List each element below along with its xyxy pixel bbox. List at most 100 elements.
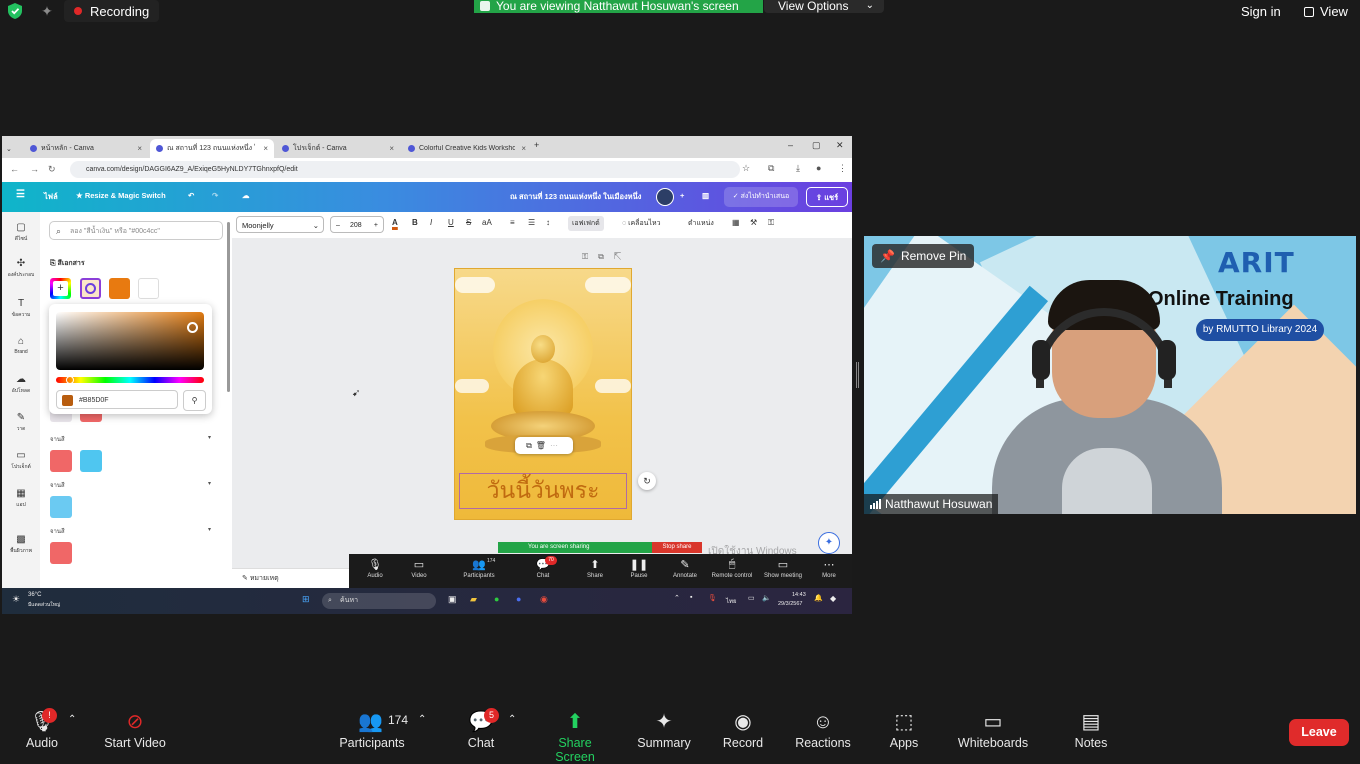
- animate-button[interactable]: ◌ เคลื่อนไหว: [622, 218, 661, 229]
- chevron-down-icon[interactable]: ▾: [208, 480, 211, 487]
- italic-icon[interactable]: I: [430, 218, 432, 227]
- rail-item-draw[interactable]: ✎ วาด: [2, 412, 40, 433]
- browser-tab-active[interactable]: ณ สถานที่ 123 ถนนแห่งหนึ่ง ในเมือง ×: [150, 139, 274, 158]
- panel-resize-handle[interactable]: [856, 362, 859, 388]
- copy-icon[interactable]: ⧉: [526, 441, 536, 450]
- participants-options-caret-icon[interactable]: ⌃: [418, 714, 426, 725]
- browser-menu-icon[interactable]: ⋮: [838, 163, 847, 174]
- insights-icon[interactable]: ▥: [702, 191, 709, 200]
- reactions-button[interactable]: ☺ Reactions: [794, 710, 852, 750]
- decrease-size-icon[interactable]: –: [336, 217, 340, 234]
- lock-icon[interactable]: ⚿: [768, 218, 774, 228]
- add-collaborator-icon[interactable]: +: [680, 191, 684, 200]
- copilot-icon[interactable]: ◆: [830, 594, 836, 603]
- text-color-icon[interactable]: A: [392, 218, 398, 227]
- zc-audio[interactable]: 🎙 Audio: [355, 558, 395, 579]
- view-options-button[interactable]: View Options ⌄: [764, 0, 884, 13]
- zc-share[interactable]: ⬆ Share: [575, 558, 615, 579]
- font-size-stepper[interactable]: – 208 +: [330, 216, 384, 233]
- magic-assistant-icon[interactable]: ✦: [818, 532, 840, 554]
- duplicate-page-icon[interactable]: ⧉: [598, 252, 614, 261]
- share-screen-button[interactable]: ⬆ Share Screen: [538, 710, 612, 764]
- whiteboards-button[interactable]: ▭ Whiteboards: [956, 710, 1030, 750]
- font-select[interactable]: Moonjelly ⌄: [236, 216, 324, 233]
- url-field[interactable]: canva.com/design/DAGGI6AZ9_A/ExiqeG5HyNL…: [70, 161, 740, 178]
- saturation-knob[interactable]: [187, 322, 198, 333]
- color-swatch[interactable]: [50, 450, 72, 472]
- color-swatch[interactable]: [50, 542, 72, 564]
- line-app-icon[interactable]: ●: [494, 594, 499, 604]
- chrome-icon[interactable]: ◉: [540, 594, 548, 605]
- minimize-icon[interactable]: –: [788, 140, 793, 150]
- tab-close-icon[interactable]: ×: [521, 144, 526, 153]
- color-picker-swatch[interactable]: [80, 278, 101, 299]
- paint-format-icon[interactable]: ⚒: [750, 218, 757, 227]
- chevron-down-icon[interactable]: ▾: [208, 434, 211, 441]
- lock-page-icon[interactable]: ⚿: [582, 252, 598, 261]
- tray-chevron-icon[interactable]: ⌃: [674, 594, 680, 602]
- notes-button[interactable]: ✎ หมายเหตุ: [232, 568, 354, 588]
- strikethrough-icon[interactable]: S: [466, 218, 471, 227]
- notes-button[interactable]: ▤ Notes: [1070, 710, 1112, 750]
- volume-icon[interactable]: 🔈: [762, 594, 771, 602]
- color-swatch[interactable]: [80, 450, 102, 472]
- hex-input[interactable]: #B85D0F: [56, 390, 178, 409]
- file-menu[interactable]: ไฟล์: [44, 191, 58, 203]
- start-video-button[interactable]: ⊘ Start Video: [100, 710, 170, 750]
- recording-indicator[interactable]: Recording: [64, 0, 160, 22]
- video-tile[interactable]: ARIT Online Training by RMUTTO Library 2…: [864, 236, 1356, 514]
- document-title[interactable]: ณ สถานที่ 123 ถนนแห่งหนึ่ง ในเมืองหนึ่ง: [510, 191, 641, 203]
- security-shield-icon[interactable]: [6, 2, 24, 20]
- chevron-down-icon[interactable]: ▾: [208, 526, 211, 533]
- design-page[interactable]: ⧉🗑⋯ วันนี้วันพระ: [454, 268, 632, 520]
- user-avatar[interactable]: [656, 188, 674, 206]
- file-explorer-icon[interactable]: ▰: [470, 594, 477, 605]
- view-button[interactable]: View: [1304, 4, 1348, 19]
- redo-icon[interactable]: ↷: [212, 191, 218, 200]
- design-title-text[interactable]: วันนี้วันพระ: [459, 473, 627, 509]
- color-swatch[interactable]: [50, 496, 72, 518]
- tab-close-icon[interactable]: ×: [263, 144, 268, 153]
- cloud-save-icon[interactable]: ☁: [242, 191, 250, 200]
- zc-annotate[interactable]: ✎ Annotate: [665, 558, 705, 579]
- list-icon[interactable]: ☰: [528, 218, 535, 227]
- tray-app-icon[interactable]: ▪: [690, 594, 692, 601]
- rail-item-brand[interactable]: ⌂ Brand: [2, 336, 40, 355]
- share-button[interactable]: ⇪ แชร์: [806, 187, 848, 207]
- record-button[interactable]: ◉ Record: [720, 710, 766, 750]
- windows-start-icon[interactable]: ⊞: [302, 594, 310, 605]
- extensions-icon[interactable]: ⧉: [768, 163, 774, 174]
- weather-icon[interactable]: ☀: [12, 594, 20, 605]
- panel-scrollbar[interactable]: [227, 222, 230, 392]
- zc-remote-control[interactable]: 🖱 Remote control: [707, 558, 757, 579]
- browser-tab[interactable]: หน้าหลัก - Canva ×: [24, 139, 148, 158]
- zc-more[interactable]: ⋯ More: [809, 558, 849, 579]
- add-page-icon[interactable]: ⇱: [614, 252, 631, 261]
- bold-icon[interactable]: B: [412, 218, 418, 227]
- profile-icon[interactable]: ●: [816, 163, 821, 173]
- stop-share-button[interactable]: Stop share: [652, 542, 702, 553]
- element-quick-tools[interactable]: ⧉🗑⋯: [515, 437, 573, 454]
- tab-close-icon[interactable]: ×: [389, 144, 394, 153]
- zc-video[interactable]: ▭ Video: [399, 558, 439, 579]
- audio-options-caret-icon[interactable]: ⌃: [68, 714, 76, 725]
- back-icon[interactable]: ←: [10, 164, 19, 174]
- more-icon[interactable]: ⋯: [550, 441, 562, 450]
- tab-list-icon[interactable]: ⌄: [6, 139, 20, 158]
- taskbar-search[interactable]: ⌕ ค้นหา: [322, 593, 436, 609]
- apps-button[interactable]: ⬚ Apps: [884, 710, 924, 750]
- increase-size-icon[interactable]: +: [374, 217, 378, 234]
- hue-knob[interactable]: [66, 376, 74, 384]
- forward-icon[interactable]: →: [30, 164, 39, 174]
- window-close-icon[interactable]: ✕: [836, 140, 844, 151]
- chat-button[interactable]: 💬 Chat 5: [462, 708, 500, 750]
- notification-icon[interactable]: 🔔: [814, 594, 823, 602]
- browser-tab[interactable]: Colorful Creative Kids Worksho ×: [402, 139, 532, 158]
- summary-button[interactable]: ✦ Summary: [634, 710, 694, 750]
- ai-companion-icon[interactable]: ✦: [38, 2, 56, 20]
- effects-button[interactable]: เอฟเฟกต์: [568, 216, 604, 231]
- language-indicator[interactable]: ไทย: [726, 596, 737, 606]
- zc-show-meeting[interactable]: ▭ Show meeting: [759, 558, 807, 579]
- spacing-icon[interactable]: ↕: [546, 218, 550, 227]
- network-icon[interactable]: ▭: [748, 594, 755, 602]
